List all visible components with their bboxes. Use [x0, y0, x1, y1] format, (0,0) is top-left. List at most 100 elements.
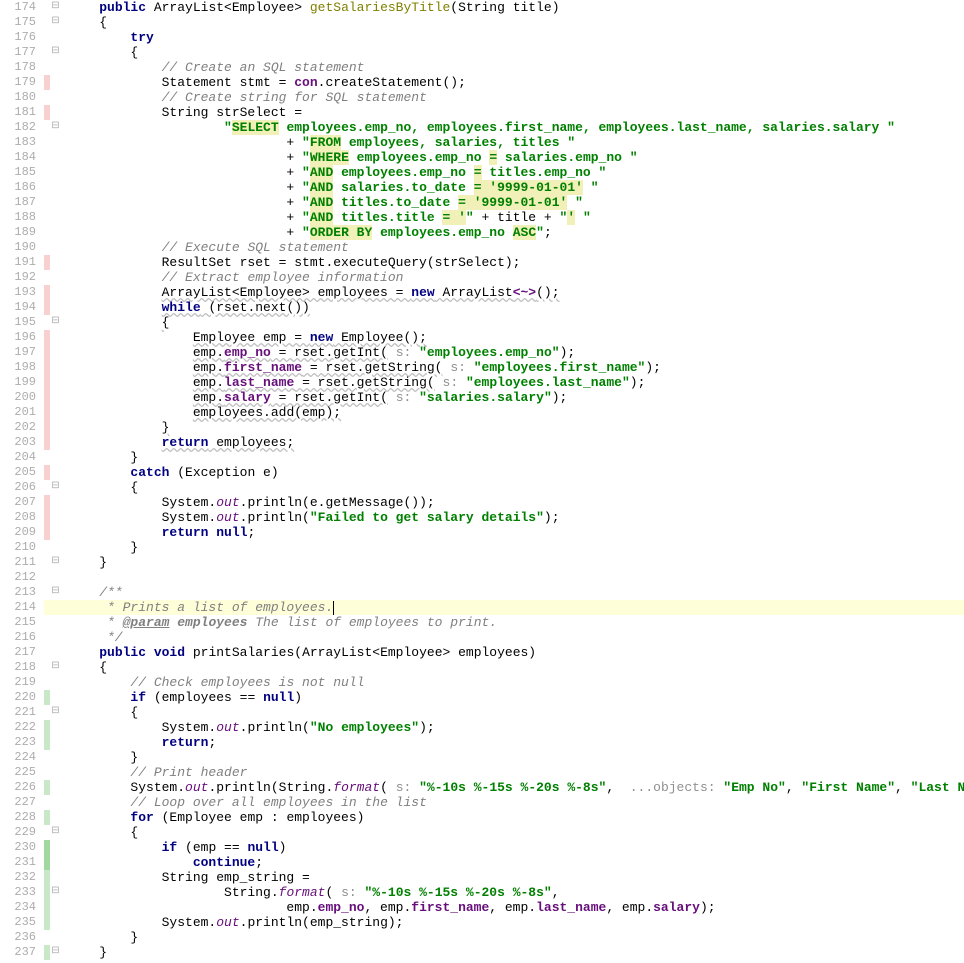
fold-gutter[interactable]	[50, 345, 64, 360]
code-content[interactable]: ResultSet rset = stmt.executeQuery(strSe…	[64, 255, 964, 270]
code-content[interactable]: Statement stmt = con.createStatement();	[64, 75, 964, 90]
code-content[interactable]: }	[64, 420, 964, 435]
code-content[interactable]: // Check employees is not null	[64, 675, 964, 690]
code-line[interactable]: 219 // Check employees is not null	[0, 675, 964, 690]
fold-gutter[interactable]	[50, 810, 64, 825]
code-line[interactable]: 177⊟ {	[0, 45, 964, 60]
fold-minus-icon[interactable]: ⊟	[50, 826, 61, 837]
code-editor[interactable]: 174⊟ public ArrayList<Employee> getSalar…	[0, 0, 964, 960]
code-line[interactable]: 213⊟ /**	[0, 585, 964, 600]
code-content[interactable]: if (emp == null)	[64, 840, 964, 855]
code-content[interactable]: + "AND titles.to_date = '9999-01-01' "	[64, 195, 964, 210]
code-content[interactable]: {	[64, 705, 964, 720]
code-content[interactable]: + "WHERE employees.emp_no = salaries.emp…	[64, 150, 964, 165]
fold-gutter[interactable]	[50, 105, 64, 120]
code-content[interactable]: ArrayList<Employee> employees = new Arra…	[64, 285, 964, 300]
fold-gutter[interactable]	[50, 675, 64, 690]
fold-gutter[interactable]	[50, 870, 64, 885]
fold-gutter[interactable]	[50, 510, 64, 525]
code-content[interactable]: emp.salary = rset.getInt( s: "salaries.s…	[64, 390, 964, 405]
code-line[interactable]: 206⊟ {	[0, 480, 964, 495]
fold-gutter[interactable]	[50, 240, 64, 255]
code-content[interactable]: */	[64, 630, 964, 645]
code-content[interactable]: }	[64, 945, 964, 960]
fold-minus-icon[interactable]: ⊟	[50, 316, 61, 327]
code-line[interactable]: 211⊟ }	[0, 555, 964, 570]
code-content[interactable]: emp.first_name = rset.getString( s: "emp…	[64, 360, 964, 375]
code-content[interactable]: * @param employees The list of employees…	[64, 615, 964, 630]
fold-minus-icon[interactable]: ⊟	[50, 121, 61, 132]
code-line[interactable]: 222 System.out.println("No employees");	[0, 720, 964, 735]
code-line[interactable]: 207 System.out.println(e.getMessage());	[0, 495, 964, 510]
code-content[interactable]: emp.emp_no = rset.getInt( s: "employees.…	[64, 345, 964, 360]
code-content[interactable]: public ArrayList<Employee> getSalariesBy…	[64, 0, 964, 15]
code-content[interactable]: Employee emp = new Employee();	[64, 330, 964, 345]
fold-gutter[interactable]	[50, 915, 64, 930]
fold-gutter[interactable]	[50, 495, 64, 510]
code-line[interactable]: 178 // Create an SQL statement	[0, 60, 964, 75]
fold-gutter[interactable]: ⊟	[50, 480, 64, 495]
fold-gutter[interactable]	[50, 285, 64, 300]
code-line[interactable]: 204 }	[0, 450, 964, 465]
fold-gutter[interactable]	[50, 465, 64, 480]
code-content[interactable]: + "AND titles.title = '" + title + "' "	[64, 210, 964, 225]
fold-gutter[interactable]	[50, 450, 64, 465]
code-line[interactable]: 193 ArrayList<Employee> employees = new …	[0, 285, 964, 300]
fold-gutter[interactable]	[50, 645, 64, 660]
fold-gutter[interactable]	[50, 360, 64, 375]
code-line[interactable]: 181 String strSelect =	[0, 105, 964, 120]
code-content[interactable]: continue;	[64, 855, 964, 870]
code-content[interactable]: // Print header	[64, 765, 964, 780]
fold-gutter[interactable]: ⊟	[50, 45, 64, 60]
code-content[interactable]: try	[64, 30, 964, 45]
code-line[interactable]: 227 // Loop over all employees in the li…	[0, 795, 964, 810]
code-line[interactable]: 232 String emp_string =	[0, 870, 964, 885]
code-line[interactable]: 229⊟ {	[0, 825, 964, 840]
code-content[interactable]: String emp_string =	[64, 870, 964, 885]
fold-gutter[interactable]	[50, 735, 64, 750]
fold-gutter[interactable]	[50, 615, 64, 630]
fold-minus-icon[interactable]: ⊟	[50, 886, 61, 897]
code-content[interactable]: + "ORDER BY employees.emp_no ASC";	[64, 225, 964, 240]
code-content[interactable]: // Extract employee information	[64, 270, 964, 285]
code-content[interactable]: catch (Exception e)	[64, 465, 964, 480]
code-content[interactable]: {	[64, 660, 964, 675]
code-line[interactable]: 230 if (emp == null)	[0, 840, 964, 855]
fold-gutter[interactable]	[50, 900, 64, 915]
code-line[interactable]: 235 System.out.println(emp_string);	[0, 915, 964, 930]
fold-gutter[interactable]	[50, 600, 64, 615]
code-content[interactable]: public void printSalaries(ArrayList<Empl…	[64, 645, 964, 660]
code-content[interactable]	[64, 570, 964, 585]
fold-gutter[interactable]: ⊟	[50, 885, 64, 900]
fold-gutter[interactable]	[50, 795, 64, 810]
code-line[interactable]: 212	[0, 570, 964, 585]
fold-gutter[interactable]	[50, 75, 64, 90]
code-content[interactable]: System.out.println("Failed to get salary…	[64, 510, 964, 525]
code-content[interactable]: emp.emp_no, emp.first_name, emp.last_nam…	[64, 900, 964, 915]
code-line[interactable]: 174⊟ public ArrayList<Employee> getSalar…	[0, 0, 964, 15]
code-line[interactable]: 209 return null;	[0, 525, 964, 540]
fold-gutter[interactable]: ⊟	[50, 315, 64, 330]
fold-gutter[interactable]	[50, 180, 64, 195]
code-line[interactable]: 224 }	[0, 750, 964, 765]
code-content[interactable]: return;	[64, 735, 964, 750]
code-line[interactable]: 228 for (Employee emp : employees)	[0, 810, 964, 825]
code-content[interactable]: if (employees == null)	[64, 690, 964, 705]
code-content[interactable]: for (Employee emp : employees)	[64, 810, 964, 825]
code-content[interactable]: + "AND salaries.to_date = '9999-01-01' "	[64, 180, 964, 195]
code-content[interactable]: /**	[64, 585, 964, 600]
fold-minus-icon[interactable]: ⊟	[50, 16, 61, 27]
fold-gutter[interactable]	[50, 930, 64, 945]
fold-gutter[interactable]	[50, 420, 64, 435]
fold-gutter[interactable]	[50, 435, 64, 450]
fold-gutter[interactable]: ⊟	[50, 555, 64, 570]
code-content[interactable]: }	[64, 930, 964, 945]
fold-gutter[interactable]: ⊟	[50, 825, 64, 840]
code-line[interactable]: 199 emp.last_name = rset.getString( s: "…	[0, 375, 964, 390]
code-content[interactable]: {	[64, 315, 964, 330]
fold-gutter[interactable]	[50, 630, 64, 645]
code-line[interactable]: 216 */	[0, 630, 964, 645]
code-content[interactable]: String strSelect =	[64, 105, 964, 120]
code-content[interactable]: System.out.println(emp_string);	[64, 915, 964, 930]
code-content[interactable]: while (rset.next())	[64, 300, 964, 315]
